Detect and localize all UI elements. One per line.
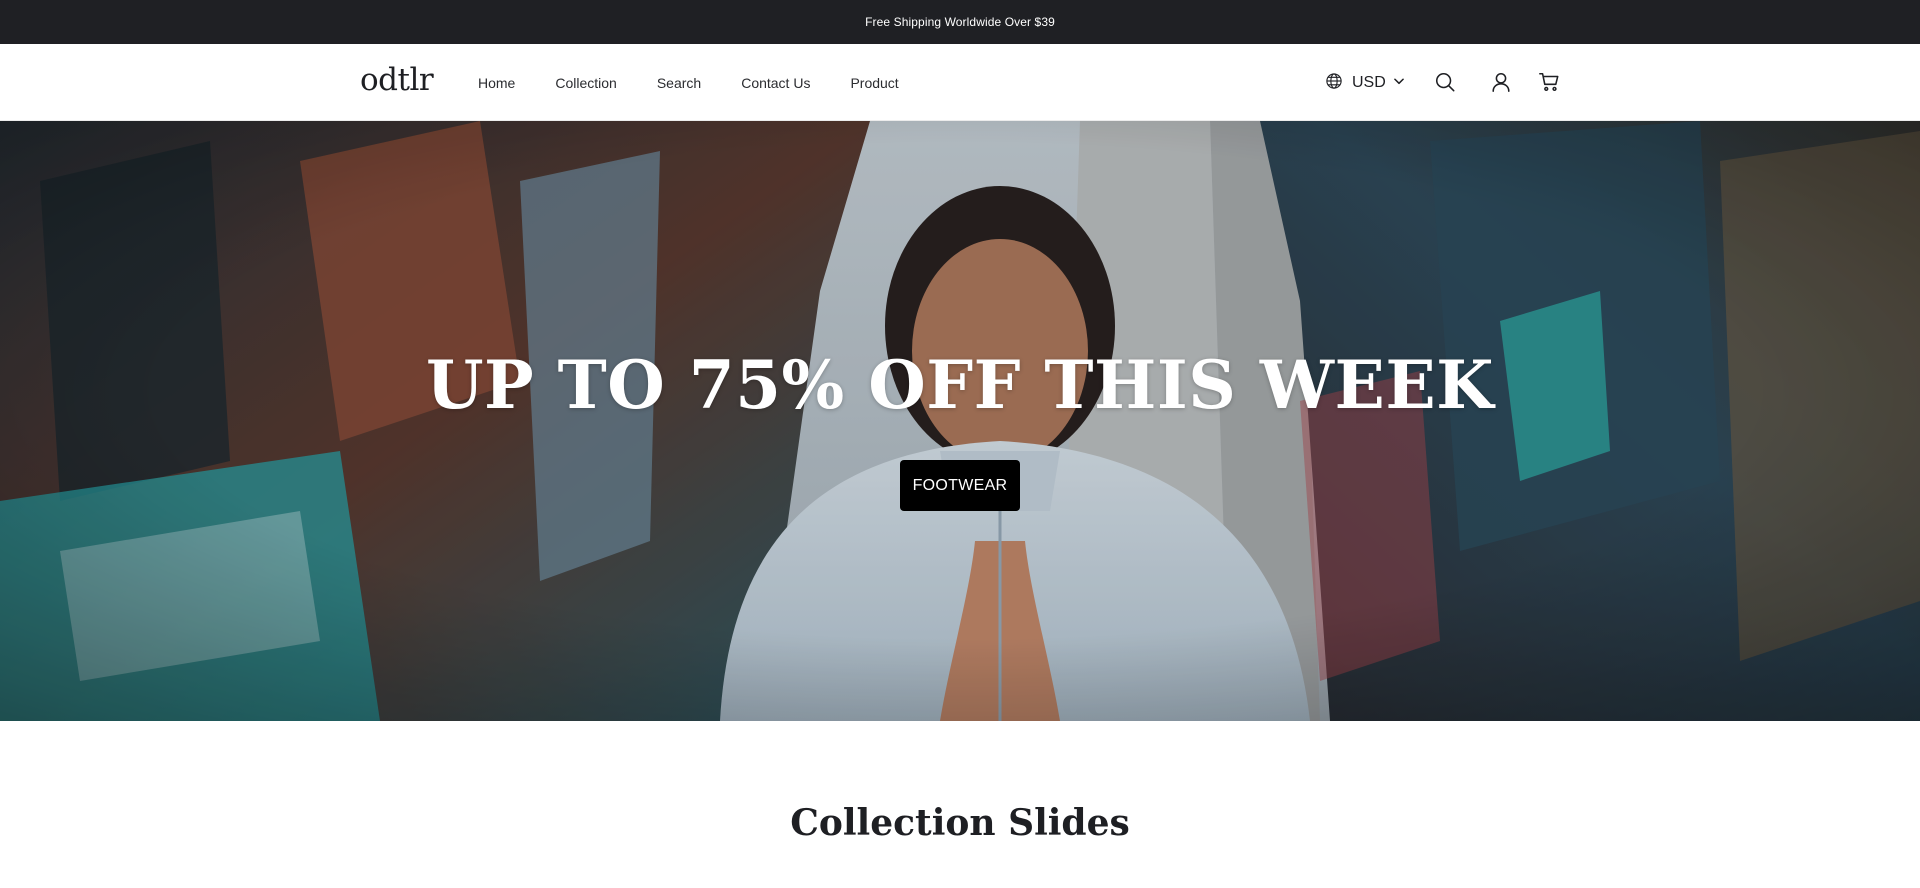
logo[interactable]: odtlr — [360, 62, 434, 98]
nav-link-home[interactable]: Home — [478, 75, 515, 91]
main-nav: Home Collection Search Contact Us Produc… — [478, 44, 939, 121]
announcement-text: Free Shipping Worldwide Over $39 — [865, 15, 1055, 29]
footwear-button[interactable]: FOOTWEAR — [900, 460, 1020, 511]
nav-link-collection[interactable]: Collection — [555, 75, 616, 91]
cart-icon[interactable] — [1536, 69, 1562, 95]
chevron-down-icon — [1392, 74, 1406, 93]
search-icon[interactable] — [1432, 69, 1458, 95]
currency-label: USD — [1352, 74, 1386, 91]
globe-icon — [1325, 72, 1343, 95]
hero-title: UP TO 75% OFF THIS WEEK — [425, 346, 1495, 424]
nav-link-product[interactable]: Product — [850, 75, 898, 91]
account-icon[interactable] — [1488, 69, 1514, 95]
collection-slides-title: Collection Slides — [790, 802, 1130, 844]
currency-selector[interactable]: USD — [1325, 70, 1406, 96]
nav-link-contact-us[interactable]: Contact Us — [741, 75, 810, 91]
hero-banner: UP TO 75% OFF THIS WEEK FOOTWEAR — [0, 121, 1920, 721]
announcement-bar: Free Shipping Worldwide Over $39 — [0, 0, 1920, 44]
nav-link-search[interactable]: Search — [657, 75, 701, 91]
site-header: odtlr Home Collection Search Contact Us … — [0, 44, 1920, 121]
